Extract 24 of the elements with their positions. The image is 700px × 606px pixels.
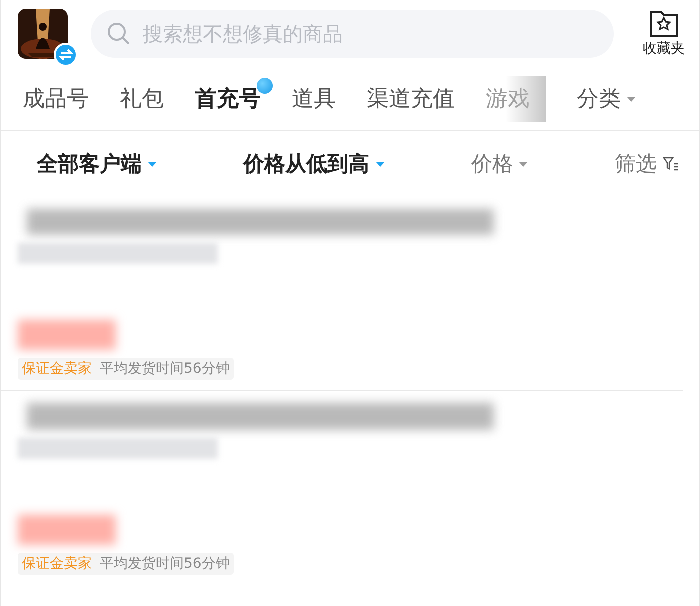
seller-tag: 保证金卖家	[22, 555, 92, 573]
caret-icon	[519, 162, 528, 166]
filter-icon	[662, 157, 679, 171]
category-tab[interactable]: 渠道充值	[367, 84, 455, 114]
category-menu[interactable]: 分类	[577, 84, 636, 114]
category-tab[interactable]: 首充号	[195, 84, 261, 114]
filter-dropdown[interactable]: 筛选	[614, 150, 679, 178]
delivery-time-tag: 平均发货时间56分钟	[100, 555, 230, 573]
caret-icon	[376, 162, 385, 166]
caret-icon	[148, 162, 157, 166]
delivery-time-tag: 平均发货时间56分钟	[100, 360, 230, 378]
seller-tag: 保证金卖家	[22, 360, 92, 378]
filter-dropdown[interactable]: 价格	[471, 150, 528, 178]
category-tab[interactable]: 成品号	[23, 84, 89, 114]
category-tab[interactable]: 道具	[292, 84, 336, 114]
favorites-label[interactable]: 收藏夹	[643, 40, 685, 58]
search-field[interactable]: 搜索想不想修真的商品	[91, 10, 614, 58]
star-folder-icon[interactable]	[649, 10, 679, 38]
caret-icon	[627, 96, 636, 102]
search-icon	[107, 22, 131, 46]
filter-dropdown[interactable]: 价格从低到高	[244, 150, 385, 178]
category-tab[interactable]: 礼包	[120, 84, 164, 114]
swap-icon[interactable]	[54, 43, 78, 67]
filter-dropdown[interactable]: 全部客户端	[37, 150, 157, 178]
